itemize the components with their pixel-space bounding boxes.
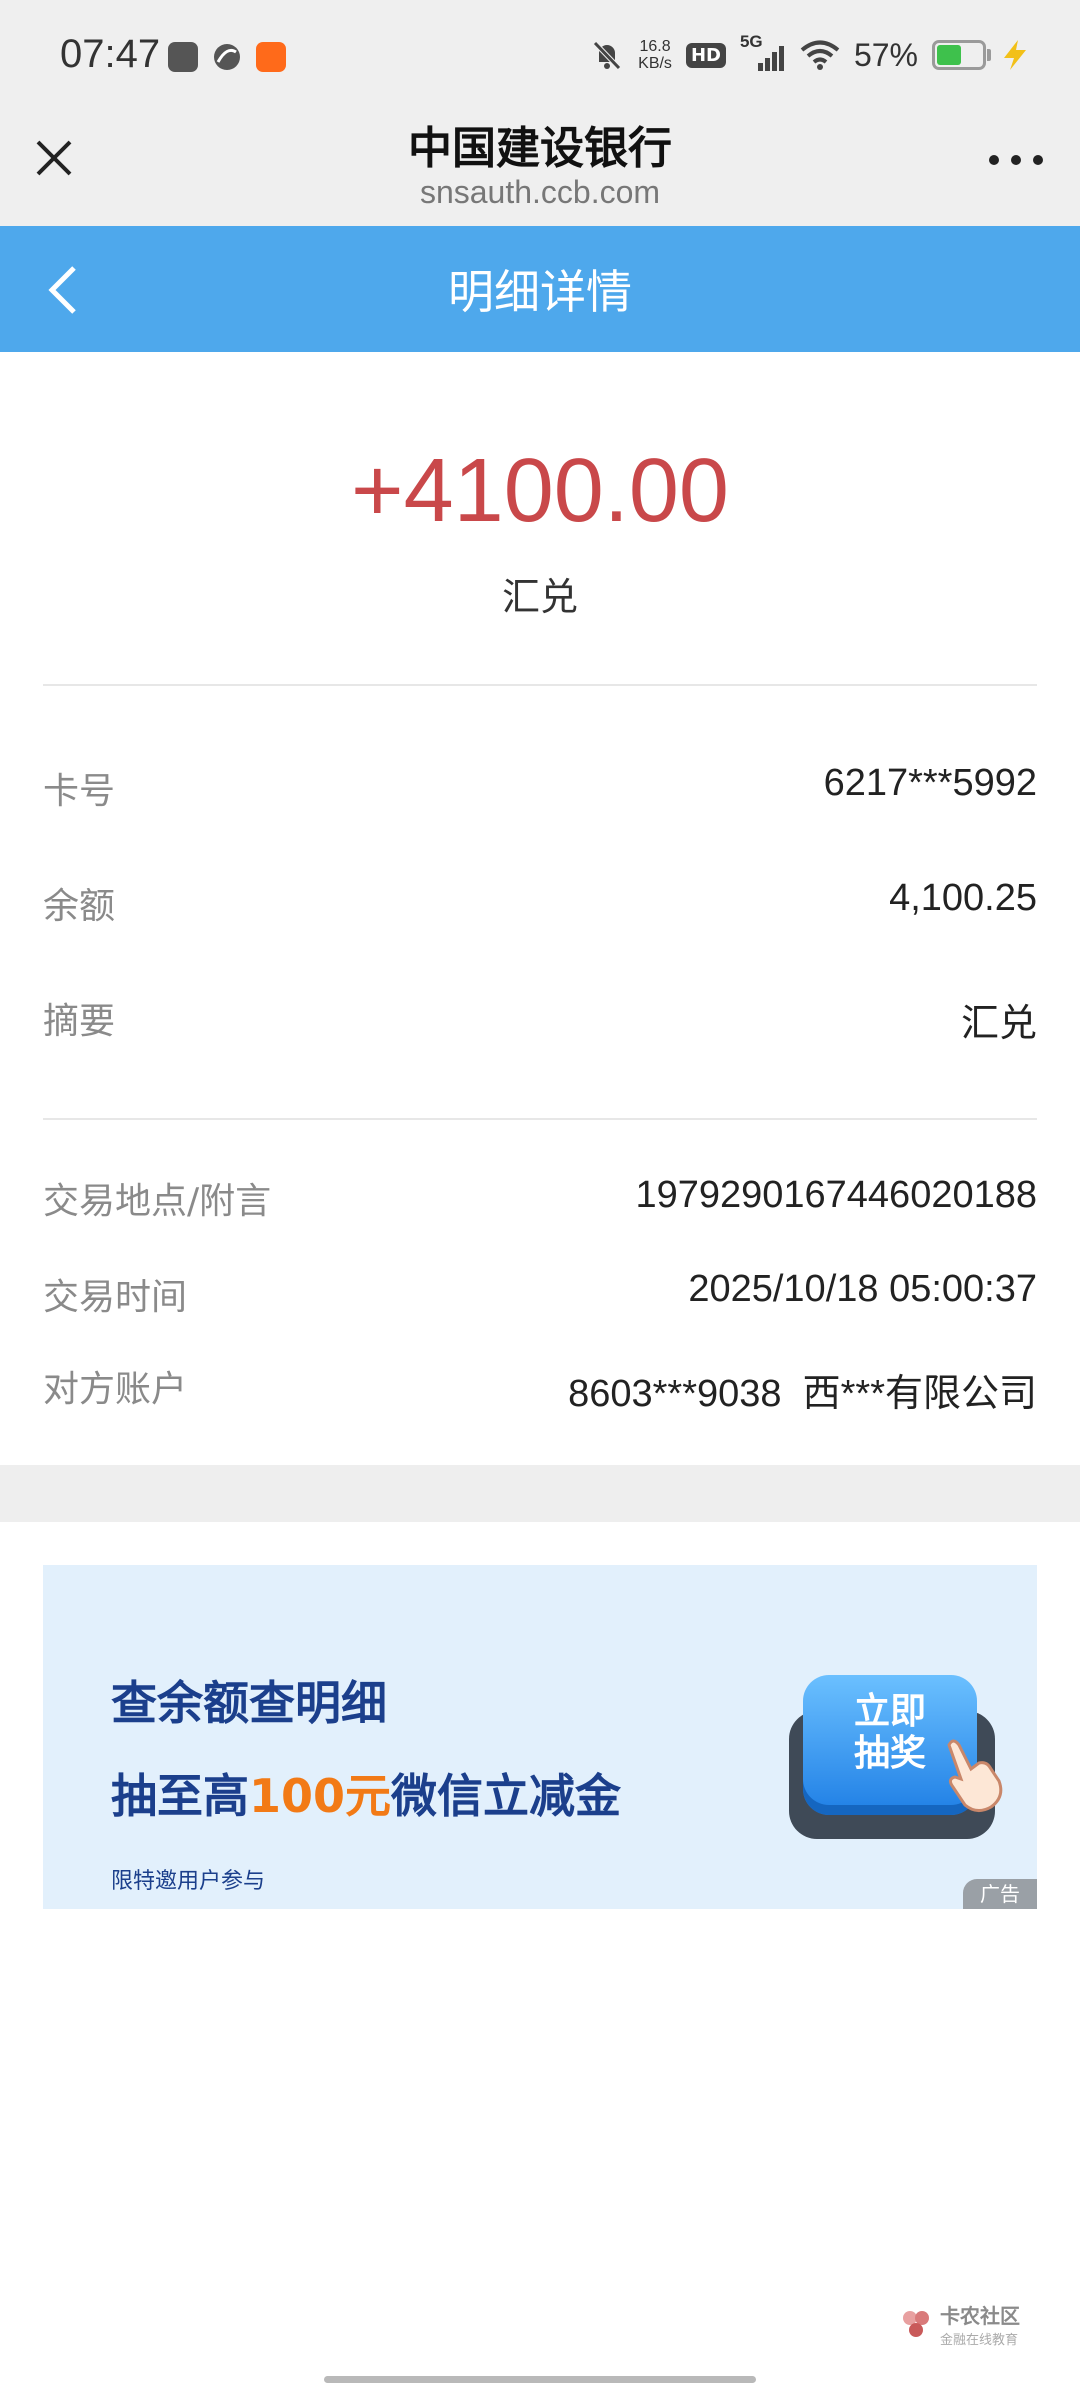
net-speed: 16.8 KB/s <box>638 38 672 72</box>
vivo-app-icon <box>168 42 198 72</box>
battery-percent: 57% <box>853 36 918 73</box>
location-note-label: 交易地点/附言 <box>43 1181 272 1222</box>
watermark: 卡农社区 金融在线教育 <box>900 2300 1020 2348</box>
net-speed-unit: KB/s <box>638 55 672 72</box>
card-number-value: 6217***5992 <box>823 762 1037 804</box>
divider <box>43 684 1037 686</box>
ad-headline: 查余额查明细 <box>111 1676 387 1730</box>
status-time: 07:47 <box>60 32 161 76</box>
ad-button-line1: 立即 <box>853 1691 926 1732</box>
ad-subheadline: 抽至高100元微信立减金 <box>111 1760 621 1826</box>
transaction-type: 汇兑 <box>501 575 578 619</box>
battery-icon <box>932 40 991 70</box>
hd-badge: HD <box>685 42 726 68</box>
divider <box>43 1118 1037 1120</box>
taobao-app-icon <box>256 42 286 72</box>
hand-icon <box>947 1739 1003 1812</box>
page-header: 明细详情 <box>0 226 1080 352</box>
balance-label: 余额 <box>43 886 116 927</box>
wifi-icon <box>800 40 840 70</box>
watermark-name: 卡农社区 <box>940 2304 1020 2328</box>
home-indicator[interactable] <box>324 2376 756 2383</box>
balance-value: 4,100.25 <box>889 877 1037 919</box>
transaction-amount: +4100.00 <box>351 441 729 541</box>
status-bar: 07:47 16.8 KB/s HD 5G 57% <box>0 0 1080 110</box>
ad-subheadline-post: 微信立减金 <box>391 1769 622 1823</box>
transaction-time-label: 交易时间 <box>43 1277 188 1318</box>
kanong-logo-icon <box>903 2311 929 2337</box>
browser-title-bar: 中国建设银行 snsauth.ccb.com <box>0 110 1080 226</box>
browser-url: snsauth.ccb.com <box>419 174 661 210</box>
location-note-value: 197929016744602018‍8 <box>635 1174 1037 1216</box>
summary-label: 摘要 <box>43 1001 116 1042</box>
transaction-time-value: 2025/10/18 05:00:37 <box>688 1268 1037 1310</box>
counterparty-label: 对方账户 <box>43 1369 188 1410</box>
ad-note: 限特邀用户参与 <box>111 1869 266 1894</box>
ad-subheadline-pre: 抽至高 <box>111 1769 249 1823</box>
charging-icon <box>1004 40 1026 70</box>
mute-icon <box>593 41 621 70</box>
browser-title: 中国建设银行 <box>408 123 672 174</box>
ad-banner[interactable]: 查余额查明细 抽至高100元微信立减金 限特邀用户参与 立即 抽奖 广告 <box>43 1565 1037 1909</box>
browser-app-icon <box>214 44 240 70</box>
page-title: 明细详情 <box>448 265 632 319</box>
counterparty-value: 8603***9038 西***有限公司 <box>568 1373 1037 1415</box>
status-indicators: 16.8 KB/s HD 5G 57% <box>590 30 1030 80</box>
more-icon[interactable] <box>986 152 1046 168</box>
watermark-slogan: 金融在线教育 <box>940 2333 1019 2348</box>
ad-tag: 广告 <box>963 1879 1037 1909</box>
signal-icon: 5G <box>740 33 786 75</box>
card-number-label: 卡号 <box>43 771 116 812</box>
section-separator <box>0 1465 1080 1522</box>
ad-subheadline-highlight: 100元 <box>249 1769 392 1823</box>
summary-value: 汇兑 <box>960 1003 1037 1045</box>
net-speed-value: 16.8 <box>639 38 671 55</box>
